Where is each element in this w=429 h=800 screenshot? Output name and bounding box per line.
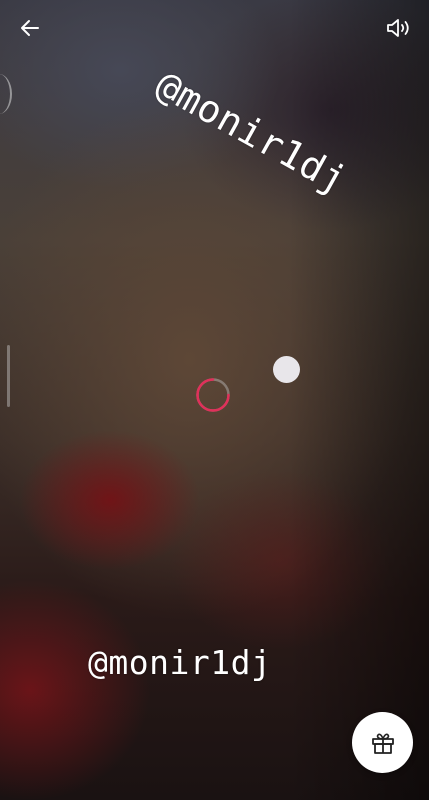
arrow-left-icon xyxy=(21,20,39,36)
loading-spinner xyxy=(196,378,230,412)
background-shade xyxy=(289,0,429,800)
back-button[interactable] xyxy=(12,12,48,44)
volume-button[interactable] xyxy=(383,12,415,44)
watermark-bottom: @monir1dj xyxy=(88,643,272,682)
speaker-volume-icon xyxy=(387,19,409,37)
scroll-handle[interactable] xyxy=(7,345,10,407)
tap-indicator-dot xyxy=(273,356,300,383)
gift-icon xyxy=(371,733,394,754)
video-viewer[interactable]: @monir1dj @monir1dj xyxy=(0,0,429,800)
gift-button[interactable] xyxy=(352,712,413,773)
edge-pull-indicator xyxy=(0,74,12,114)
